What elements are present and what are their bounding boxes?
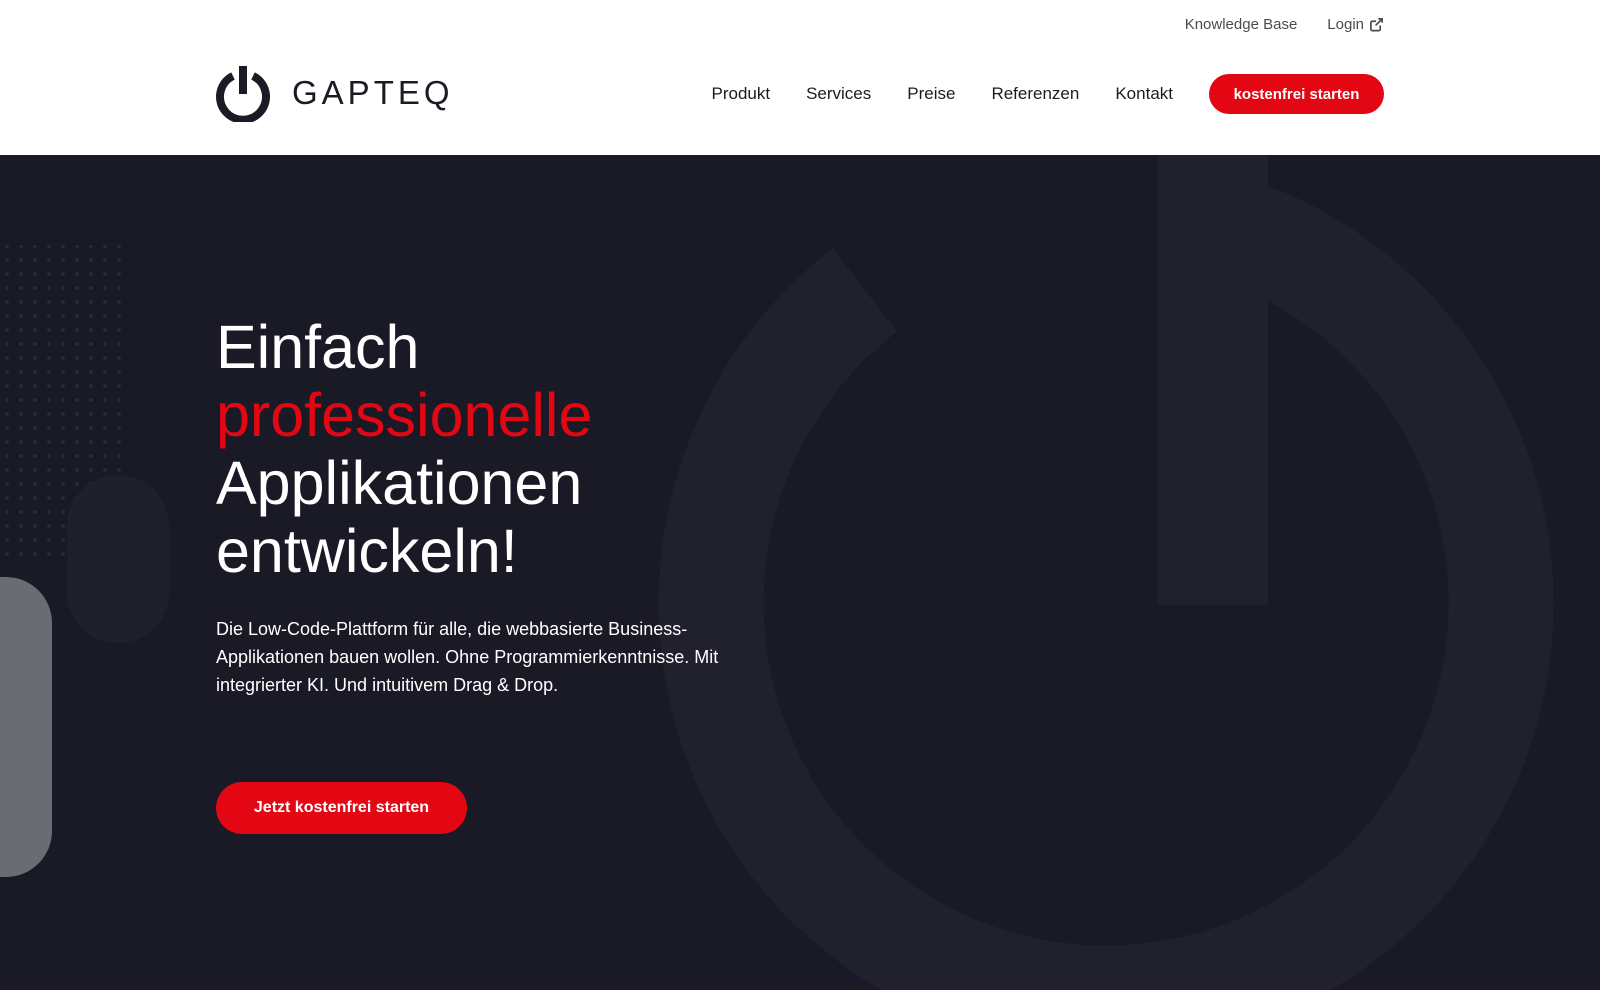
site-header: Knowledge Base Login GAPTEQ Produkt Serv… [0, 0, 1600, 155]
bottom-edge [0, 990, 1600, 1000]
large-power-ring-decoration [658, 186, 1554, 990]
hero-start-free-button[interactable]: Jetzt kostenfrei starten [216, 782, 467, 834]
nav-item-services[interactable]: Services [806, 84, 871, 104]
login-label: Login [1327, 16, 1364, 33]
headline-line-4: entwickeln! [216, 517, 518, 585]
nav-item-produkt[interactable]: Produkt [711, 84, 770, 104]
pill-shape-gray-decoration [0, 577, 52, 877]
nav-item-kontakt[interactable]: Kontakt [1115, 84, 1173, 104]
nav-item-preise[interactable]: Preise [907, 84, 955, 104]
power-icon [216, 66, 270, 122]
pill-shape-dark-decoration [67, 475, 169, 643]
main-navigation: Produkt Services Preise Referenzen Konta… [711, 74, 1384, 114]
large-power-bar-decoration [1158, 155, 1268, 605]
header-start-free-button[interactable]: kostenfrei starten [1209, 74, 1384, 114]
login-link[interactable]: Login [1327, 16, 1384, 33]
logo-text: GAPTEQ [292, 74, 454, 111]
nav-item-referenzen[interactable]: Referenzen [991, 84, 1079, 104]
hero-section: Einfach professionelle Applikationen ent… [0, 155, 1600, 990]
page: Knowledge Base Login GAPTEQ Produkt Serv… [0, 0, 1600, 1000]
external-link-icon [1370, 18, 1383, 32]
hero-description: Die Low-Code-Plattform für alle, die web… [216, 619, 719, 695]
top-utility-bar: Knowledge Base Login [1185, 16, 1384, 33]
headline-line-2-accent: professionelle [216, 381, 593, 449]
knowledge-base-link[interactable]: Knowledge Base [1185, 16, 1298, 33]
logo-link[interactable]: GAPTEQ [214, 64, 454, 122]
headline-line-3: Applikationen [216, 449, 583, 517]
hero-headline: Einfach professionelle Applikationen ent… [216, 313, 592, 585]
headline-line-1: Einfach [216, 313, 420, 381]
